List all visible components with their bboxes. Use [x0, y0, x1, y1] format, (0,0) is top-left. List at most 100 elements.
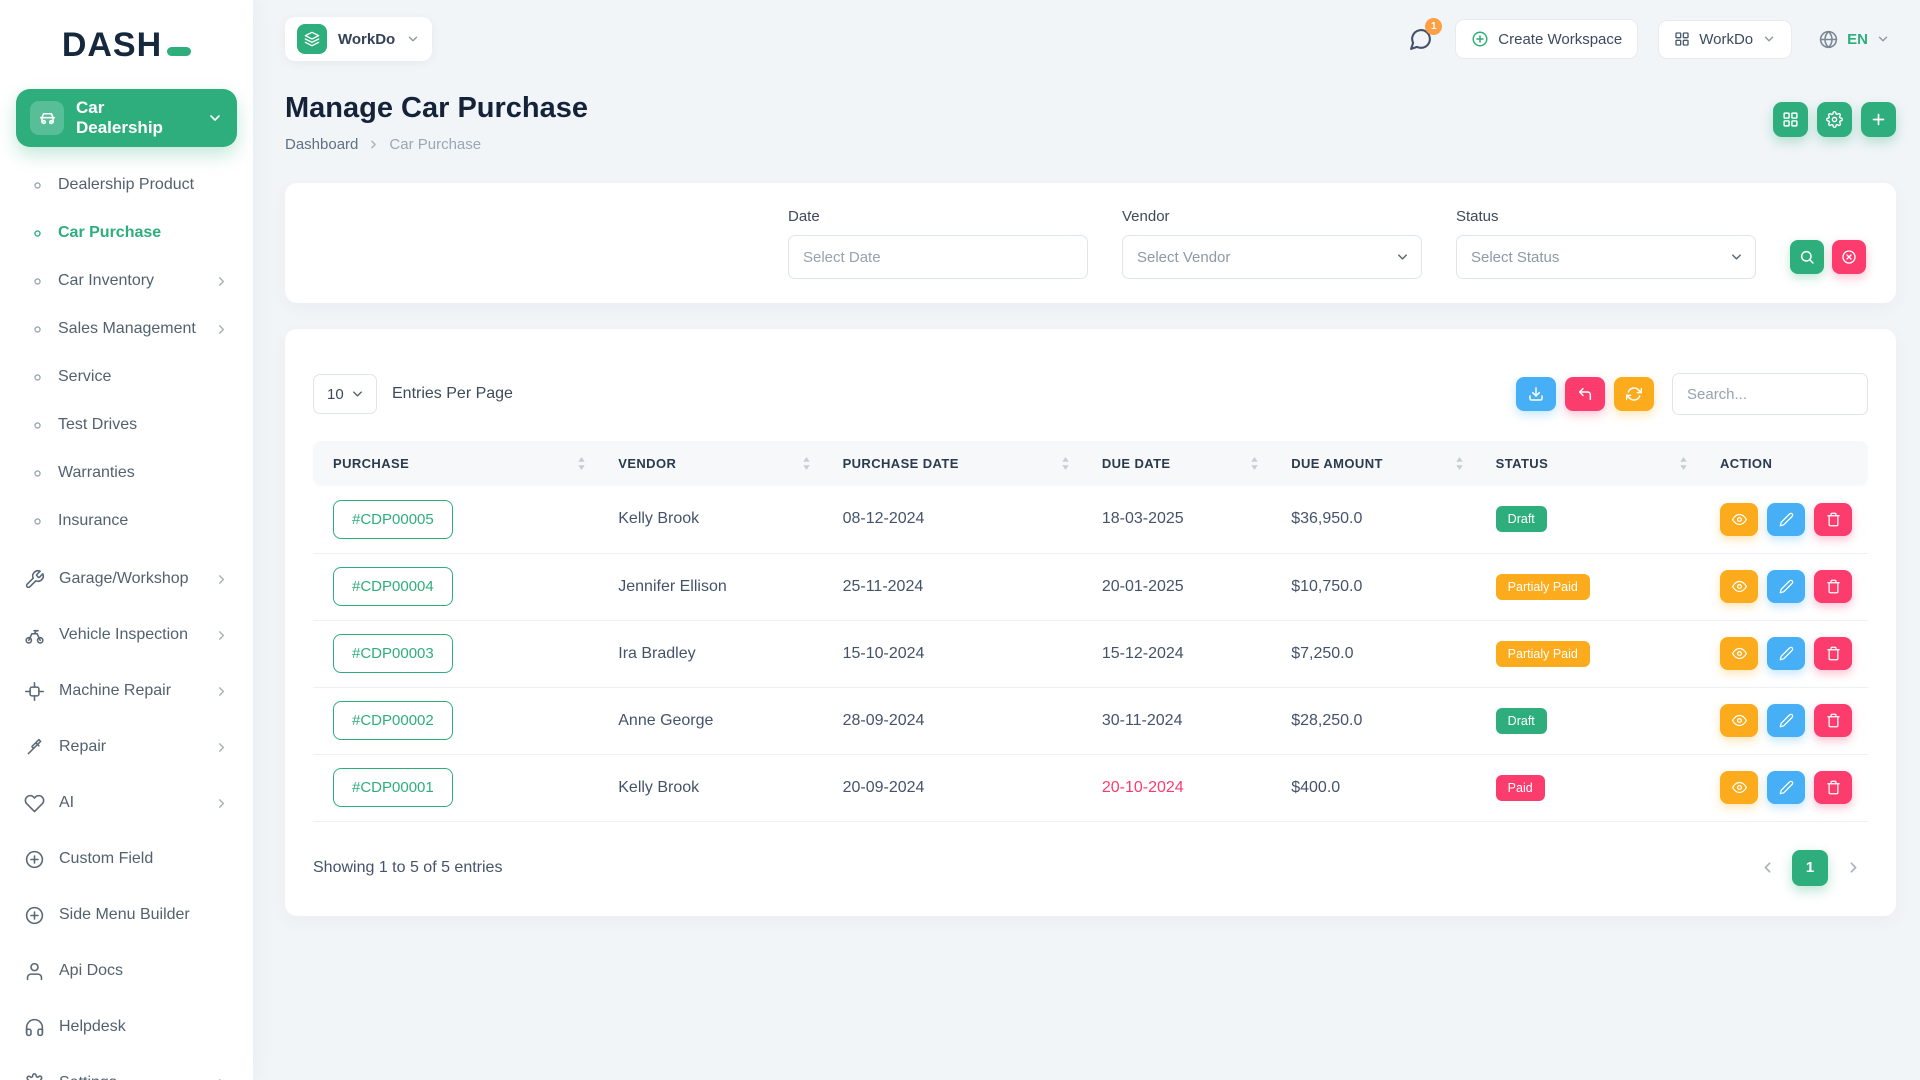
- language-selector[interactable]: EN: [1812, 28, 1896, 51]
- delete-button[interactable]: [1814, 771, 1852, 804]
- heart-icon: [24, 793, 45, 814]
- messages-button[interactable]: 1: [1405, 24, 1435, 54]
- refresh-button[interactable]: [1614, 377, 1654, 411]
- chevron-right-icon: [214, 1076, 229, 1080]
- page-head: Manage Car Purchase Dashboard Car Purcha…: [285, 92, 1896, 153]
- edit-button[interactable]: [1767, 704, 1805, 737]
- purchase-number-button[interactable]: #CDP00002: [333, 701, 453, 740]
- column-header-purchase[interactable]: PURCHASE: [313, 441, 602, 486]
- status-badge: Partialy Paid: [1496, 574, 1590, 600]
- column-header-vendor[interactable]: VENDOR: [602, 441, 826, 486]
- status-cell: Draft: [1480, 687, 1704, 754]
- delete-button[interactable]: [1814, 570, 1852, 603]
- page-number-button[interactable]: 1: [1792, 850, 1828, 886]
- sidebar-item-custom-field[interactable]: Custom Field: [0, 831, 253, 887]
- sidebar-item-label: Warranties: [58, 464, 135, 482]
- apply-filter-button[interactable]: [1790, 240, 1824, 274]
- breadcrumb: Dashboard Car Purchase: [285, 136, 588, 153]
- due-amount-cell: $400.0: [1275, 754, 1479, 821]
- sidebar-item-test-drives[interactable]: Test Drives: [0, 401, 253, 449]
- sidebar-item-settings[interactable]: Settings: [0, 1055, 253, 1080]
- eye-icon: [1732, 780, 1747, 795]
- clear-filter-button[interactable]: [1832, 240, 1866, 274]
- sidebar-item-car-purchase[interactable]: Car Purchase: [0, 209, 253, 257]
- purchase-cell: #CDP00004: [313, 553, 602, 620]
- pencil-icon: [1779, 512, 1794, 527]
- workspace-name: WorkDo: [338, 31, 395, 48]
- view-button[interactable]: [1720, 637, 1758, 670]
- sidebar-item-service[interactable]: Service: [0, 353, 253, 401]
- edit-button[interactable]: [1767, 503, 1805, 536]
- pencil-icon: [1779, 579, 1794, 594]
- sidebar-item-dealership-product[interactable]: Dealership Product: [0, 161, 253, 209]
- date-filter-input[interactable]: [788, 235, 1088, 279]
- purchase-date-cell: 20-09-2024: [827, 754, 1086, 821]
- view-button[interactable]: [1720, 570, 1758, 603]
- column-header-due-amount[interactable]: DUE AMOUNT: [1275, 441, 1479, 486]
- sidebar-item-garage-workshop[interactable]: Garage/Workshop: [0, 551, 253, 607]
- sidebar-item-warranties[interactable]: Warranties: [0, 449, 253, 497]
- status-filter-select[interactable]: Select Status: [1456, 235, 1756, 279]
- sidebar: DASH Car Dealership Dealership ProductCa…: [0, 0, 253, 1080]
- column-header-purchase-date[interactable]: PURCHASE DATE: [827, 441, 1086, 486]
- sidebar-item-ai[interactable]: AI: [0, 775, 253, 831]
- sidebar-item-car-inventory[interactable]: Car Inventory: [0, 257, 253, 305]
- action-cell: [1704, 553, 1868, 620]
- undo-button[interactable]: [1565, 377, 1605, 411]
- delete-button[interactable]: [1814, 503, 1852, 536]
- sidebar-item-insurance[interactable]: Insurance: [0, 497, 253, 545]
- add-purchase-button[interactable]: [1861, 102, 1896, 137]
- edit-button[interactable]: [1767, 771, 1805, 804]
- edit-button[interactable]: [1767, 570, 1805, 603]
- sidebar-item-helpdesk[interactable]: Helpdesk: [0, 999, 253, 1055]
- view-button[interactable]: [1720, 704, 1758, 737]
- next-page-button[interactable]: [1838, 853, 1868, 883]
- purchase-number-button[interactable]: #CDP00005: [333, 500, 453, 539]
- sidebar-group-car-dealership[interactable]: Car Dealership: [16, 89, 237, 147]
- due-date-cell: 20-01-2025: [1086, 553, 1275, 620]
- vendor-cell: Anne George: [602, 687, 826, 754]
- table-body: #CDP00005Kelly Brook08-12-202418-03-2025…: [313, 486, 1868, 821]
- sidebar-subitems: Dealership ProductCar PurchaseCar Invent…: [0, 153, 253, 547]
- grid-view-button[interactable]: [1773, 102, 1808, 137]
- breadcrumb-dashboard-link[interactable]: Dashboard: [285, 136, 358, 153]
- workspace-switcher[interactable]: WorkDo: [285, 17, 432, 61]
- sidebar-item-vehicle-inspection[interactable]: Vehicle Inspection: [0, 607, 253, 663]
- export-button[interactable]: [1516, 377, 1556, 411]
- column-header-status[interactable]: STATUS: [1480, 441, 1704, 486]
- sidebar-item-sales-management[interactable]: Sales Management: [0, 305, 253, 353]
- delete-button[interactable]: [1814, 637, 1852, 670]
- entries-per-page-select[interactable]: 10: [313, 374, 377, 414]
- delete-button[interactable]: [1814, 704, 1852, 737]
- entries-summary: Showing 1 to 5 of 5 entries: [313, 859, 502, 877]
- column-header-due-date[interactable]: DUE DATE: [1086, 441, 1275, 486]
- sidebar-item-api-docs[interactable]: Api Docs: [0, 943, 253, 999]
- plus-icon: [1870, 111, 1887, 128]
- table-row: #CDP00001Kelly Brook20-09-202420-10-2024…: [313, 754, 1868, 821]
- sidebar-item-side-menu-builder[interactable]: Side Menu Builder: [0, 887, 253, 943]
- purchase-number-button[interactable]: #CDP00003: [333, 634, 453, 673]
- messages-badge: 1: [1425, 18, 1442, 35]
- edit-button[interactable]: [1767, 637, 1805, 670]
- action-cell: [1704, 620, 1868, 687]
- vendor-cell: Jennifer Ellison: [602, 553, 826, 620]
- workdo-menu-button[interactable]: WorkDo: [1658, 20, 1792, 59]
- vendor-filter-select[interactable]: Select Vendor: [1122, 235, 1422, 279]
- sidebar-item-label: Helpdesk: [59, 1018, 126, 1036]
- user-icon: [24, 961, 45, 982]
- prev-page-button[interactable]: [1752, 853, 1782, 883]
- sidebar-item-label: Service: [58, 368, 111, 386]
- view-button[interactable]: [1720, 503, 1758, 536]
- sidebar-item-repair[interactable]: Repair: [0, 719, 253, 775]
- view-button[interactable]: [1720, 771, 1758, 804]
- globe-icon: [1818, 29, 1839, 50]
- table-search-input[interactable]: [1672, 373, 1868, 415]
- table-header: PURCHASEVENDORPURCHASE DATEDUE DATEDUE A…: [313, 441, 1868, 486]
- sidebar-item-machine-repair[interactable]: Machine Repair: [0, 663, 253, 719]
- purchase-number-button[interactable]: #CDP00001: [333, 768, 453, 807]
- brand-logo[interactable]: DASH: [0, 0, 253, 77]
- action-cell: [1704, 754, 1868, 821]
- purchase-number-button[interactable]: #CDP00004: [333, 567, 453, 606]
- create-workspace-button[interactable]: Create Workspace: [1455, 19, 1638, 59]
- page-settings-button[interactable]: [1817, 102, 1852, 137]
